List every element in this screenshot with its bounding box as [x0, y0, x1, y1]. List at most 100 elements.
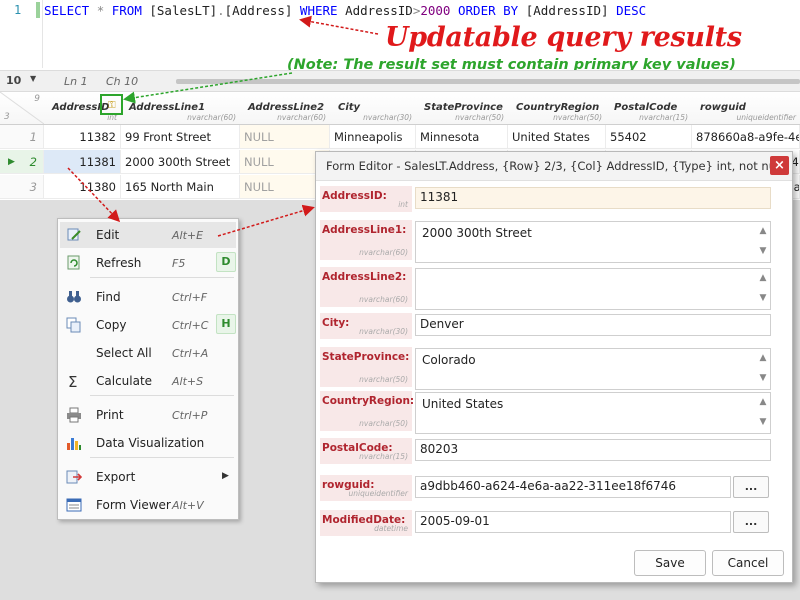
grid-cell[interactable]: 11380 — [44, 175, 121, 199]
field-input-addressid[interactable]: 11381 — [415, 187, 771, 209]
column-header-countryregion[interactable]: CountryRegion nvarchar(50) — [508, 92, 607, 125]
grid-cell[interactable]: 2000 300th Street — [121, 150, 240, 174]
menu-item-select-all[interactable]: Select All Ctrl+A — [60, 340, 236, 366]
menu-item-shortcut: Alt+E — [172, 229, 204, 242]
menu-separator — [90, 395, 234, 396]
column-header-rowguid[interactable]: rowguid uniqueidentifier — [692, 92, 800, 125]
field-label-rowguid: rowguid: uniqueidentifier — [320, 475, 412, 501]
menu-item-export[interactable]: Export ▶ — [60, 464, 236, 490]
zoom-level[interactable]: 10 — [6, 74, 21, 87]
field-type: nvarchar(60) — [359, 248, 408, 257]
menu-item-shortcut: Ctrl+P — [172, 409, 208, 422]
grid-cell[interactable]: 99 Front Street — [121, 125, 240, 149]
sql-token: 2000 — [420, 3, 451, 18]
column-type: nvarchar(50) — [455, 113, 504, 122]
editor-status-bar: 10 ▼ Ln 1 Ch 10 — [0, 70, 800, 92]
scroll-up-icon[interactable]: ▲ — [758, 397, 768, 407]
field-input-countryregion[interactable]: United States ▲ ▼ — [415, 392, 771, 434]
form-editor-dialog[interactable]: Form Editor - SalesLT.Address, {Row} 2/3… — [315, 151, 793, 583]
zoom-dropdown-icon[interactable]: ▼ — [30, 74, 36, 83]
column-header-addressid[interactable]: AddressID int ⚿ — [44, 92, 122, 125]
scroll-up-icon[interactable]: ▲ — [758, 226, 768, 236]
sql-token: . — [217, 3, 225, 18]
column-name: CountryRegion — [516, 102, 600, 113]
column-header-stateprovince[interactable]: StateProvince nvarchar(50) — [416, 92, 509, 125]
submenu-arrow-icon: ▶ — [222, 471, 229, 481]
row-number[interactable]: 3 — [0, 175, 44, 199]
grid-cell[interactable]: Minneapolis — [330, 125, 416, 149]
save-button[interactable]: Save — [634, 550, 706, 576]
shortcut-badge: D — [216, 252, 236, 272]
field-input-addressline1[interactable]: 2000 300th Street ▲ ▼ — [415, 221, 771, 263]
menu-item-edit[interactable]: Edit Alt+E — [60, 222, 236, 248]
grid-cell[interactable]: Minnesota — [416, 125, 508, 149]
grid-cell[interactable]: 165 North Main — [121, 175, 240, 199]
menu-item-label: Calculate — [96, 374, 153, 388]
field-name: AddressID: — [322, 190, 387, 202]
field-type: datetime — [374, 524, 408, 533]
browse-button[interactable]: ... — [733, 476, 769, 498]
menu-item-refresh[interactable]: Refresh F5 — [60, 250, 236, 276]
horizontal-scrollbar[interactable] — [176, 79, 800, 84]
dialog-title: Form Editor - SalesLT.Address, {Row} 2/3… — [326, 159, 783, 173]
scroll-down-icon[interactable]: ▼ — [758, 246, 768, 256]
column-indicator: Ch 10 — [106, 75, 139, 88]
grid-corner[interactable]: 9 3 — [0, 92, 45, 125]
field-input-addressline2[interactable]: ▲ ▼ — [415, 268, 771, 310]
field-name: StateProvince: — [322, 351, 410, 363]
sql-token: ORDER BY — [458, 3, 519, 18]
menu-item-copy[interactable]: Copy Ctrl+C — [60, 312, 236, 338]
menu-item-label: Export — [96, 470, 136, 484]
scroll-up-icon[interactable]: ▲ — [758, 353, 768, 363]
sql-editor[interactable]: 1 SELECT * FROM [SalesLT].[Address] WHER… — [0, 0, 800, 73]
column-type: int — [107, 113, 117, 122]
field-input-city[interactable]: Denver — [415, 314, 771, 336]
field-input-postalcode[interactable]: 80203 — [415, 439, 771, 461]
printer-icon — [66, 407, 82, 423]
cancel-button[interactable]: Cancel — [712, 550, 784, 576]
scroll-down-icon[interactable]: ▼ — [758, 373, 768, 383]
row-number[interactable]: 1 — [0, 125, 44, 149]
grid-cell[interactable]: 11381 — [44, 150, 121, 174]
menu-item-data-visualization[interactable]: Data Visualization — [60, 430, 236, 456]
field-type: nvarchar(60) — [359, 295, 408, 304]
grid-cell[interactable]: 878660a8-a9fe-4ef8- — [692, 125, 800, 149]
column-header-addressline2[interactable]: AddressLine2 nvarchar(60) — [240, 92, 331, 125]
grid-cell[interactable]: NULL — [240, 125, 330, 149]
field-input-rowguid[interactable]: a9dbb460-a624-4e6a-aa22-311ee18f6746 — [415, 476, 731, 498]
sql-text[interactable]: SELECT * FROM [SalesLT].[Address] WHERE … — [44, 3, 646, 18]
row-number[interactable]: 2 — [0, 150, 44, 174]
column-header-addressline1[interactable]: AddressLine1 nvarchar(60) — [121, 92, 241, 125]
field-label-addressline2: AddressLine2: nvarchar(60) — [320, 267, 412, 307]
sql-token: AddressID — [337, 3, 413, 18]
field-label-countryregion: CountryRegion: nvarchar(50) — [320, 391, 414, 431]
browse-button[interactable]: ... — [733, 511, 769, 533]
grid-cell[interactable]: 55402 — [606, 125, 692, 149]
dialog-header[interactable]: Form Editor - SalesLT.Address, {Row} 2/3… — [316, 152, 792, 181]
menu-item-find[interactable]: Find Ctrl+F — [60, 284, 236, 310]
grid-cell[interactable]: United States — [508, 125, 606, 149]
menu-item-calculate[interactable]: Σ Calculate Alt+S — [60, 368, 236, 394]
grid-cell[interactable]: 11382 — [44, 125, 121, 149]
column-name: AddressLine2 — [248, 102, 325, 113]
row-count: 3 — [4, 112, 10, 122]
scroll-down-icon[interactable]: ▼ — [758, 293, 768, 303]
current-line-marker — [36, 2, 40, 18]
scroll-up-icon[interactable]: ▲ — [758, 273, 768, 283]
close-icon[interactable]: × — [770, 156, 789, 175]
menu-item-print[interactable]: Print Ctrl+P — [60, 402, 236, 428]
context-menu[interactable]: Edit Alt+E Refresh F5 Find Ctrl+F Copy Ctrl+C Se… — [57, 218, 239, 520]
menu-item-label: Select All — [96, 346, 152, 360]
menu-item-shortcut: Alt+V — [172, 499, 204, 512]
column-header-postalcode[interactable]: PostalCode nvarchar(15) — [606, 92, 693, 125]
field-type: uniqueidentifier — [348, 489, 409, 498]
field-label-postalcode: PostalCode: nvarchar(15) — [320, 438, 412, 464]
field-input-modifieddate[interactable]: 2005-09-01 — [415, 511, 731, 533]
column-header-city[interactable]: City nvarchar(30) — [330, 92, 417, 125]
field-name: City: — [322, 317, 350, 329]
field-type: int — [398, 200, 408, 209]
menu-item-form-viewer[interactable]: Form Viewer Alt+V — [60, 492, 236, 518]
scroll-down-icon[interactable]: ▼ — [758, 417, 768, 427]
field-input-stateprovince[interactable]: Colorado ▲ ▼ — [415, 348, 771, 390]
menu-item-shortcut: Alt+S — [172, 375, 204, 388]
